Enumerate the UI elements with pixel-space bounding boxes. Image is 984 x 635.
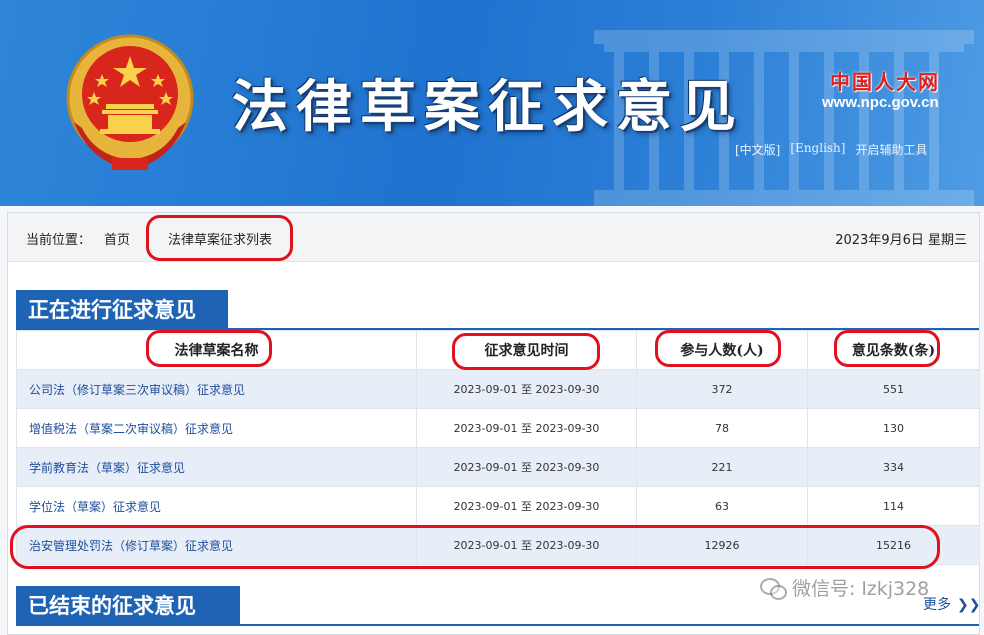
npc-url[interactable]: www.npc.gov.cn — [822, 94, 939, 111]
participant-count: 372 — [636, 369, 808, 409]
section-divider — [16, 624, 979, 626]
table-row[interactable]: 学位法（草案）征求意见 2023-09-01 至 2023-09-30 63 1… — [16, 486, 980, 526]
accessibility-tools-link[interactable]: 开启辅助工具 — [855, 141, 927, 158]
draft-name-link[interactable]: 学前教育法（草案）征求意见 — [16, 447, 417, 487]
breadcrumb: 当前位置： 首页 法律草案征求列表 2023年9月6日 星期三 — [8, 213, 979, 262]
banner-title: 法律草案征求意见 — [232, 74, 744, 140]
active-section-title: 正在进行征求意见 — [16, 290, 228, 330]
consultation-period: 2023-09-01 至 2023-09-30 — [416, 447, 637, 487]
english-version-link[interactable]: [English] — [790, 141, 845, 158]
table-row[interactable]: 治安管理处罚法（修订草案）征求意见 2023-09-01 至 2023-09-3… — [16, 525, 980, 565]
site-banner: 法律草案征求意见 中国人大网 www.npc.gov.cn [中文版] [Eng… — [0, 0, 984, 206]
column-header-count: 意见条数(条) — [807, 330, 980, 370]
wechat-icon — [760, 577, 787, 600]
table-row[interactable]: 增值税法（草案二次审议稿）征求意见 2023-09-01 至 2023-09-3… — [16, 408, 980, 448]
consultation-period: 2023-09-01 至 2023-09-30 — [416, 525, 637, 565]
draft-name-link[interactable]: 学位法（草案）征求意见 — [16, 486, 417, 526]
consultation-period: 2023-09-01 至 2023-09-30 — [416, 408, 637, 448]
consultation-period: 2023-09-01 至 2023-09-30 — [416, 369, 637, 409]
chinese-version-link[interactable]: [中文版] — [735, 141, 780, 158]
table-header-row: 法律草案名称 征求意见时间 参与人数(人) 意见条数(条) — [16, 330, 980, 370]
participant-count: 12926 — [636, 525, 808, 565]
draft-name-link[interactable]: 公司法（修订草案三次审议稿）征求意见 — [16, 369, 417, 409]
opinion-count: 334 — [807, 447, 980, 487]
breadcrumb-current: 法律草案征求列表 — [168, 233, 273, 248]
breadcrumb-home-link[interactable]: 首页 — [104, 229, 130, 248]
wechat-watermark: 微信号: lzkj328 — [760, 574, 929, 601]
more-label: 更多 — [923, 597, 951, 613]
participant-count: 78 — [636, 408, 808, 448]
opinion-count: 551 — [807, 369, 980, 409]
column-header-time: 征求意见时间 — [416, 330, 637, 370]
participant-count: 63 — [636, 486, 808, 526]
main-panel: 当前位置： 首页 法律草案征求列表 2023年9月6日 星期三 正在进行征求意见… — [7, 212, 980, 635]
opinion-count: 114 — [807, 486, 980, 526]
consultation-period: 2023-09-01 至 2023-09-30 — [416, 486, 637, 526]
breadcrumb-label: 当前位置： — [26, 233, 92, 248]
draft-name-link[interactable]: 增值税法（草案二次审议稿）征求意见 — [16, 408, 417, 448]
opinion-count: 130 — [807, 408, 980, 448]
national-emblem-icon — [66, 34, 194, 170]
participant-count: 221 — [636, 447, 808, 487]
more-link[interactable]: 更多 ❯❯ — [923, 594, 980, 614]
column-header-name: 法律草案名称 — [16, 330, 417, 370]
watermark-text: 微信号: lzkj328 — [792, 578, 930, 600]
table-row[interactable]: 学前教育法（草案）征求意见 2023-09-01 至 2023-09-30 22… — [16, 447, 980, 487]
draft-name-link[interactable]: 治安管理处罚法（修订草案）征求意见 — [16, 525, 417, 565]
active-consultation-table: 法律草案名称 征求意见时间 参与人数(人) 意见条数(条) 公司法（修订草案三次… — [16, 330, 980, 565]
top-links: [中文版] [English] 开启辅助工具 — [735, 141, 928, 158]
current-date: 2023年9月6日 星期三 — [835, 233, 967, 248]
opinion-count: 15216 — [807, 525, 980, 565]
column-header-people: 参与人数(人) — [636, 330, 808, 370]
table-row[interactable]: 公司法（修订草案三次审议稿）征求意见 2023-09-01 至 2023-09-… — [16, 369, 980, 409]
npc-logo[interactable]: 中国人大网 — [830, 66, 940, 95]
double-chevron-right-icon: ❯❯ — [957, 597, 981, 613]
closed-section-title: 已结束的征求意见 — [16, 586, 240, 626]
